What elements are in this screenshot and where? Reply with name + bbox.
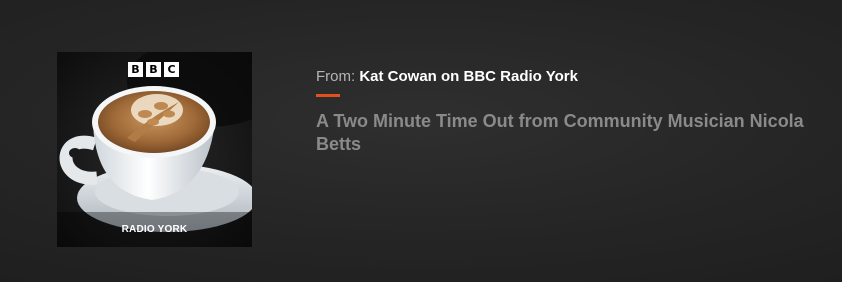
coffee-cup-image [57, 52, 252, 247]
from-name-link[interactable]: Kat Cowan on BBC Radio York [359, 68, 578, 85]
accent-divider [316, 94, 340, 97]
episode-title[interactable]: A Two Minute Time Out from Community Mus… [316, 110, 816, 156]
from-prefix: From: [316, 68, 356, 85]
programme-artwork[interactable]: B B C RADIO YORK [57, 52, 252, 247]
bbc-logo-block: C [164, 62, 179, 77]
station-label: RADIO YORK [121, 224, 188, 235]
episode-banner: B B C RADIO YORK From: Kat Cowan on BBC … [0, 0, 842, 282]
bbc-logo: B B C [128, 62, 179, 77]
bbc-logo-block: B [128, 62, 143, 77]
episode-info: From: Kat Cowan on BBC Radio York A Two … [316, 66, 816, 156]
from-line: From: Kat Cowan on BBC Radio York [316, 66, 816, 88]
bbc-logo-block: B [146, 62, 161, 77]
